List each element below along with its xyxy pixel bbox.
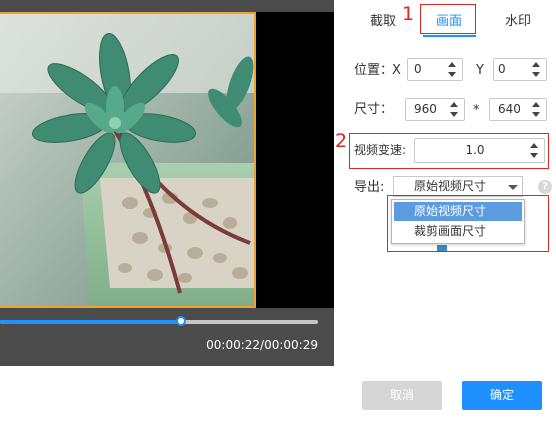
chevron-down-icon[interactable] [508, 185, 518, 190]
speed-value: 1.0 [465, 143, 485, 157]
spinner-arrows-icon[interactable] [532, 102, 540, 117]
active-tab-indicator [423, 35, 476, 37]
size-label: 尺寸： [354, 102, 394, 117]
cancel-button[interactable]: 取消 [362, 381, 442, 410]
spinner-arrows-icon[interactable] [448, 62, 456, 77]
playback-time: 00:00:22/00:00:29 [206, 338, 318, 352]
position-x-value: 0 [414, 62, 422, 76]
export-size-select[interactable]: 原始视频尺寸 [393, 176, 523, 197]
position-x-label: X [392, 63, 401, 78]
position-x-stepper[interactable]: 0 [407, 58, 463, 81]
position-y-stepper[interactable]: 0 [493, 58, 547, 81]
annotation-number-1: 1 [402, 3, 415, 25]
export-dropdown-menu: 原始视频尺寸 裁剪画面尺寸 [391, 199, 525, 244]
annotation-box-tab [420, 4, 476, 34]
annotation-number-2: 2 [335, 130, 348, 152]
dropdown-option-crop-size[interactable]: 裁剪画面尺寸 [394, 222, 522, 241]
export-select-value: 原始视频尺寸 [413, 179, 486, 193]
help-icon[interactable]: ? [538, 180, 552, 194]
size-separator: * [473, 103, 480, 118]
spinner-arrows-icon[interactable] [450, 102, 458, 117]
height-value: 640 [498, 102, 521, 116]
position-y-value: 0 [498, 62, 506, 76]
speed-label: 视频变速: [354, 143, 407, 157]
ok-button[interactable]: 确定 [462, 381, 542, 410]
speed-stepper[interactable]: 1.0 [414, 138, 545, 163]
export-label: 导出: [354, 180, 385, 195]
height-stepper[interactable]: 640 [489, 98, 547, 121]
position-label: 位置： [354, 63, 394, 78]
width-stepper[interactable]: 960 [405, 98, 465, 121]
spinner-arrows-icon[interactable] [532, 62, 540, 77]
video-frame[interactable] [0, 13, 255, 307]
spinner-arrows-icon[interactable] [530, 143, 538, 158]
dropdown-option-original-size[interactable]: 原始视频尺寸 [394, 202, 522, 221]
position-y-label: Y [476, 63, 484, 78]
tab-watermark[interactable]: 水印 [490, 12, 546, 32]
seek-bar-progress [0, 320, 182, 324]
succulent-video-image [0, 13, 255, 307]
width-value: 960 [414, 102, 437, 116]
